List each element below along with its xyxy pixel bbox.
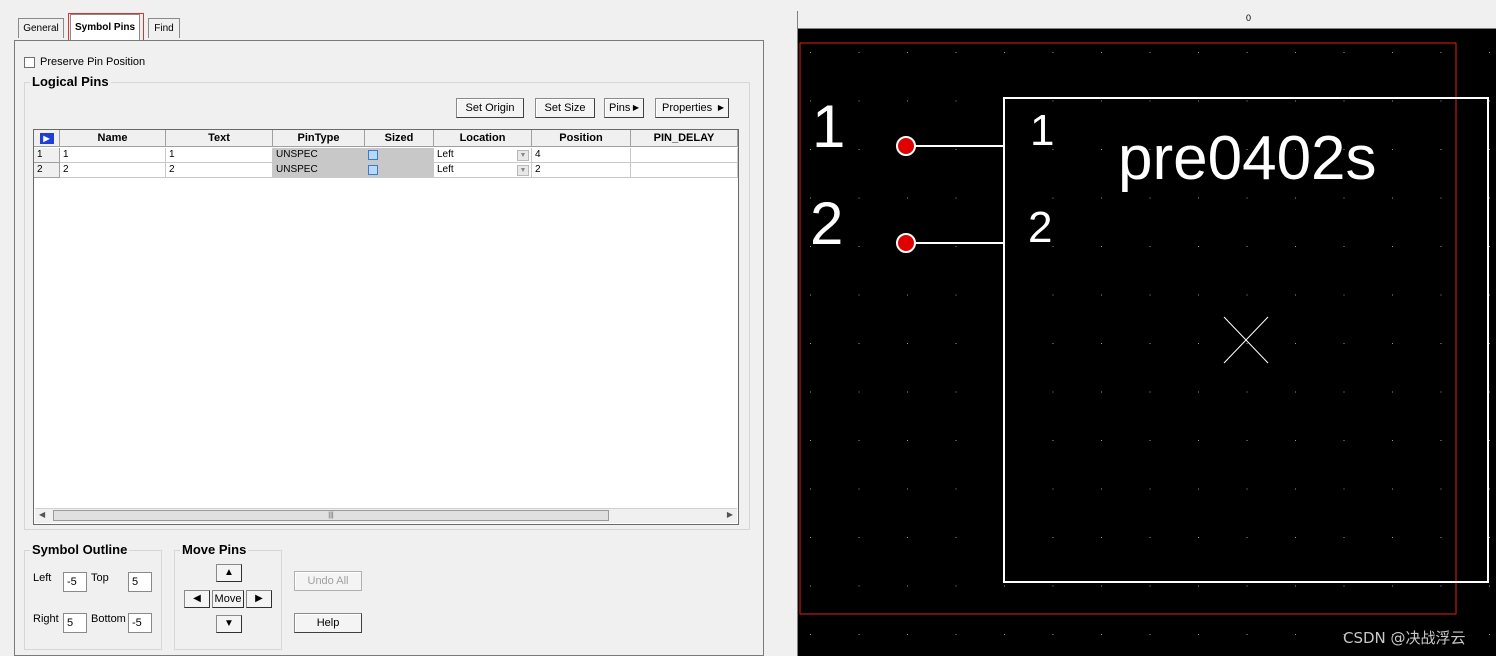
scroll-left-icon[interactable]: ◀: [39, 510, 45, 519]
left-ruler: [780, 11, 798, 656]
select-all-corner[interactable]: ▶: [34, 130, 60, 147]
part-name-label: pre0402s: [1118, 124, 1377, 193]
bottom-input[interactable]: -5: [128, 613, 152, 633]
arrow-right-icon: ▶: [255, 593, 263, 604]
pin-2-outer-number: 2: [810, 190, 843, 257]
move-up-button[interactable]: ▲: [216, 564, 242, 582]
pin-1-dot[interactable]: [896, 136, 916, 156]
cell-location[interactable]: Left ▼: [434, 163, 532, 178]
arrow-down-icon: ▼: [224, 618, 234, 629]
cell-sized[interactable]: [365, 148, 434, 163]
col-header-position[interactable]: Position: [532, 130, 631, 147]
col-header-sized[interactable]: Sized: [365, 130, 434, 147]
scrollbar-thumb[interactable]: |||: [53, 510, 609, 521]
cell-pintype[interactable]: UNSPEC: [273, 148, 365, 163]
pin-2-dot[interactable]: [896, 233, 916, 253]
arrow-left-icon: ◀: [193, 593, 201, 604]
grid-horizontal-scrollbar[interactable]: ◀ ||| ▶: [35, 508, 737, 523]
arrow-up-icon: ▲: [224, 567, 234, 578]
top-label: Top: [91, 572, 109, 584]
symbol-outline-title: Symbol Outline: [30, 542, 130, 557]
pins-menu-button[interactable]: Pins ▶: [604, 98, 644, 118]
watermark: CSDN @决战浮云: [1343, 629, 1466, 647]
cell-pin-delay[interactable]: [631, 163, 738, 178]
scroll-right-icon[interactable]: ▶: [727, 510, 733, 519]
col-header-pin-delay[interactable]: PIN_DELAY: [631, 130, 738, 147]
preserve-pin-position-checkbox[interactable]: [24, 57, 35, 68]
cell-name[interactable]: 1: [60, 148, 166, 163]
tab-find[interactable]: Find: [148, 18, 180, 38]
play-arrow-icon: ▶: [39, 133, 54, 144]
col-header-text[interactable]: Text: [166, 130, 273, 147]
top-ruler: 0: [780, 11, 1496, 29]
tab-general[interactable]: General: [18, 18, 64, 38]
symbol-outline-group: [24, 550, 162, 650]
cell-text[interactable]: 1: [166, 148, 273, 163]
sized-checkbox[interactable]: [368, 150, 378, 160]
right-input[interactable]: 5: [63, 613, 87, 633]
cell-position[interactable]: 2: [532, 163, 631, 178]
move-pins-title: Move Pins: [180, 542, 249, 557]
cell-sized[interactable]: [365, 163, 434, 178]
set-size-button[interactable]: Set Size: [535, 98, 595, 118]
logical-pins-grid[interactable]: ▶ Name Text PinType Sized Location Posit…: [33, 129, 739, 525]
cell-pintype[interactable]: UNSPEC: [273, 163, 365, 178]
set-origin-button[interactable]: Set Origin: [456, 98, 524, 118]
pins-menu-label: Pins: [609, 102, 631, 114]
col-header-name[interactable]: Name: [60, 130, 166, 147]
ruler-zero-label: 0: [1246, 13, 1252, 23]
menu-arrow-icon: ▶: [632, 103, 639, 112]
properties-menu-label: Properties: [662, 102, 713, 114]
sized-checkbox[interactable]: [368, 165, 378, 175]
right-label: Right: [33, 613, 59, 625]
bottom-label: Bottom: [91, 613, 126, 625]
cell-location[interactable]: Left ▼: [434, 148, 532, 163]
symbol-drawing: 1 2 1 2 pre0402s CSDN @决战浮云: [798, 29, 1496, 656]
row-number[interactable]: 2: [34, 163, 60, 178]
properties-menu-button[interactable]: Properties ▶: [655, 98, 729, 118]
pin-1-outer-number: 1: [812, 93, 845, 160]
row-number[interactable]: 1: [34, 148, 60, 163]
col-header-location[interactable]: Location: [434, 130, 532, 147]
left-input[interactable]: -5: [63, 572, 87, 592]
logical-pins-title: Logical Pins: [30, 74, 111, 89]
help-button[interactable]: Help: [294, 613, 362, 633]
dropdown-arrow-icon[interactable]: ▼: [517, 165, 529, 176]
cell-name[interactable]: 2: [60, 163, 166, 178]
location-value: Left: [437, 164, 454, 175]
move-down-button[interactable]: ▼: [216, 615, 242, 633]
left-label: Left: [33, 572, 52, 584]
cell-text[interactable]: 2: [166, 163, 273, 178]
move-right-button[interactable]: ▶: [246, 590, 272, 608]
col-header-pintype[interactable]: PinType: [273, 130, 365, 147]
undo-all-button[interactable]: Undo All: [294, 571, 362, 591]
top-input[interactable]: 5: [128, 572, 152, 592]
preserve-pin-position-label: Preserve Pin Position: [40, 56, 146, 68]
dropdown-arrow-icon[interactable]: ▼: [517, 150, 529, 161]
menu-arrow-icon: ▶: [717, 103, 724, 112]
move-left-button[interactable]: ◀: [184, 590, 210, 608]
pin-2-inner-number: 2: [1028, 203, 1052, 252]
move-button[interactable]: Move: [212, 590, 244, 608]
location-value: Left: [437, 149, 454, 160]
cell-position[interactable]: 4: [532, 148, 631, 163]
pin-1-inner-number: 1: [1030, 106, 1054, 155]
cell-pin-delay[interactable]: [631, 148, 738, 163]
